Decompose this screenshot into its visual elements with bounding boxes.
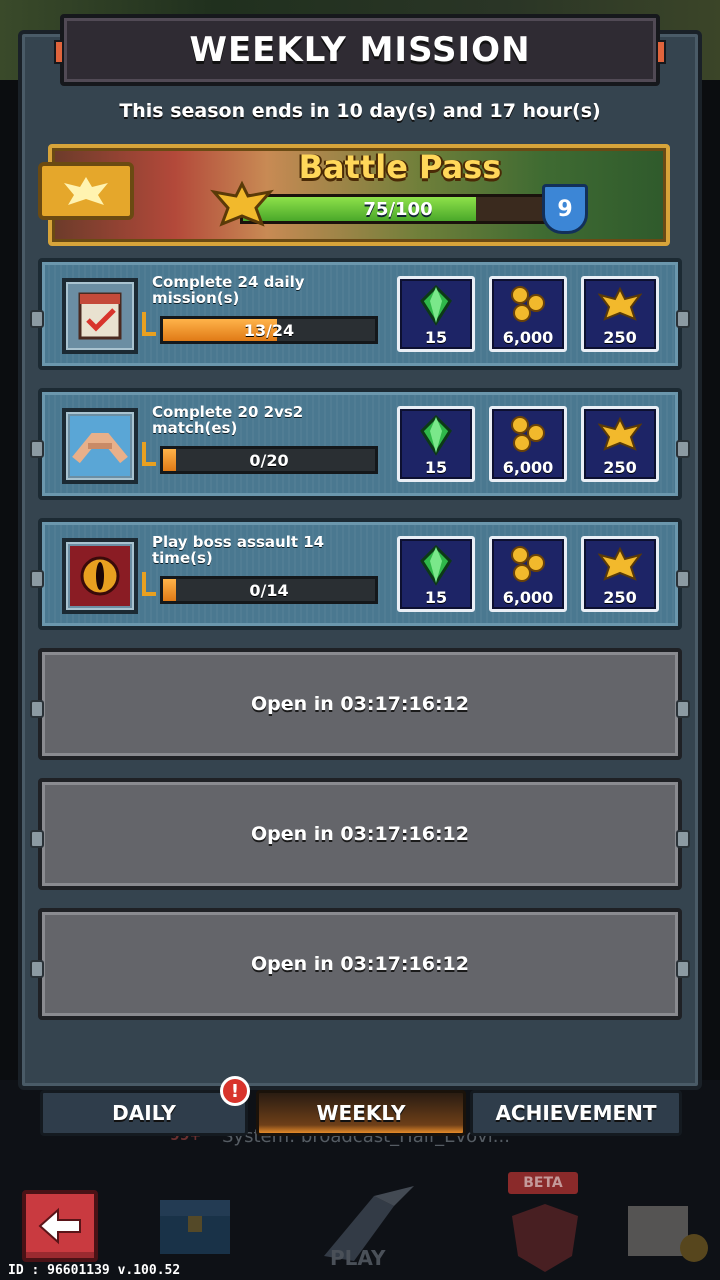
battle-pass-level-badge: 9 [542, 184, 588, 234]
back-button[interactable] [22, 1190, 98, 1262]
reward-amount: 6,000 [502, 588, 554, 607]
unlock-countdown: Open in 03:17:16:12 [251, 693, 469, 715]
eagle-emblem-icon [598, 286, 642, 321]
green-gem-icon [420, 544, 452, 586]
tab-label: ACHIEVEMENT [495, 1101, 657, 1125]
reward-tile[interactable]: 6,000 [489, 536, 567, 612]
reward-amount: 15 [424, 458, 448, 477]
version-label: ID : 96601139 v.100.52 [8, 1263, 181, 1278]
unlock-countdown: Open in 03:17:16:12 [251, 953, 469, 975]
shop-icon [616, 1176, 716, 1276]
tab-achievement[interactable]: ACHIEVEMENT [470, 1090, 682, 1136]
reward-tile[interactable]: 250 [581, 406, 659, 482]
boss-eye-icon [62, 538, 138, 614]
bolt-icon [676, 440, 690, 458]
bolt-icon [30, 570, 44, 588]
eagle-emblem-icon [598, 416, 642, 451]
title-bar: WEEKLY MISSION [54, 14, 666, 86]
reward-tile[interactable]: 6,000 [489, 276, 567, 352]
mission-card: Complete 20 2vs2 match(es) 0/20 15 6,000… [30, 388, 690, 500]
gold-coins-icon [511, 416, 545, 452]
bolt-icon [676, 960, 690, 978]
tab-daily[interactable]: DAILY [40, 1090, 248, 1136]
bolt-icon [676, 570, 690, 588]
reward-tile[interactable]: 15 [397, 276, 475, 352]
bolt-icon [676, 700, 690, 718]
reward-amount: 15 [424, 588, 448, 607]
battle-pass-progress-bar: 75/100 [240, 194, 556, 224]
reward-amount: 6,000 [502, 458, 554, 477]
green-gem-icon [420, 414, 452, 456]
reward-amount: 250 [603, 588, 637, 607]
battle-pass-progress-text: 75/100 [363, 198, 433, 220]
reward-tile[interactable]: 15 [397, 406, 475, 482]
unlock-countdown: Open in 03:17:16:12 [251, 823, 469, 845]
mission-label: Complete 24 daily mission(s) [152, 273, 305, 307]
reward-amount: 250 [603, 328, 637, 347]
locked-mission-slot: Open in 03:17:16:12 [30, 648, 690, 760]
handshake-icon [62, 408, 138, 484]
bolt-icon [30, 310, 44, 328]
battle-pass-title: Battle Pass [298, 148, 502, 186]
reward-amount: 15 [424, 328, 448, 347]
bolt-icon [30, 440, 44, 458]
mission-progress-text: 0/14 [249, 580, 289, 600]
bolt-icon [30, 700, 44, 718]
play-label[interactable]: PLAY [330, 1246, 385, 1270]
bolt-icon [30, 960, 44, 978]
bolt-icon [676, 830, 690, 848]
page-title: WEEKLY MISSION [189, 30, 531, 70]
tab-label: WEEKLY [316, 1101, 406, 1125]
eagle-emblem-icon [598, 546, 642, 581]
mission-progress-text: 13/24 [243, 320, 295, 340]
bolt-icon [30, 830, 44, 848]
mission-label: Play boss assault 14 time(s) [152, 533, 325, 567]
calendar-check-icon [62, 278, 138, 354]
bolt-icon [676, 310, 690, 328]
battle-pass-ticket-icon [38, 162, 134, 220]
mission-card: Play boss assault 14 time(s) 0/14 15 6,0… [30, 518, 690, 630]
tab-label: DAILY [112, 1101, 176, 1125]
mission-progress-text: 0/20 [249, 450, 289, 470]
locked-mission-slot: Open in 03:17:16:12 [30, 908, 690, 1020]
tab-weekly[interactable]: WEEKLY [256, 1090, 466, 1136]
mission-card: Complete 24 daily mission(s) 13/24 15 6,… [30, 258, 690, 370]
locked-mission-slot: Open in 03:17:16:12 [30, 778, 690, 890]
reward-amount: 6,000 [502, 328, 554, 347]
shield-icon [500, 1176, 590, 1276]
mission-progress-bar: 0/14 [160, 576, 378, 604]
eagle-emblem-icon [210, 180, 274, 232]
season-countdown: This season ends in 10 day(s) and 17 hou… [119, 100, 601, 122]
gold-coins-icon [511, 286, 545, 322]
mission-label: Complete 20 2vs2 match(es) [152, 403, 304, 437]
alert-icon: ! [220, 1076, 250, 1106]
reward-amount: 250 [603, 458, 637, 477]
reward-tile[interactable]: 6,000 [489, 406, 567, 482]
gold-coins-icon [511, 546, 545, 582]
mission-progress-bar: 13/24 [160, 316, 378, 344]
arrow-left-icon [38, 1207, 81, 1245]
reward-tile[interactable]: 250 [581, 276, 659, 352]
reward-tile[interactable]: 250 [581, 536, 659, 612]
green-gem-icon [420, 284, 452, 326]
mission-progress-bar: 0/20 [160, 446, 378, 474]
reward-tile[interactable]: 15 [397, 536, 475, 612]
chest-icon [150, 1176, 240, 1276]
